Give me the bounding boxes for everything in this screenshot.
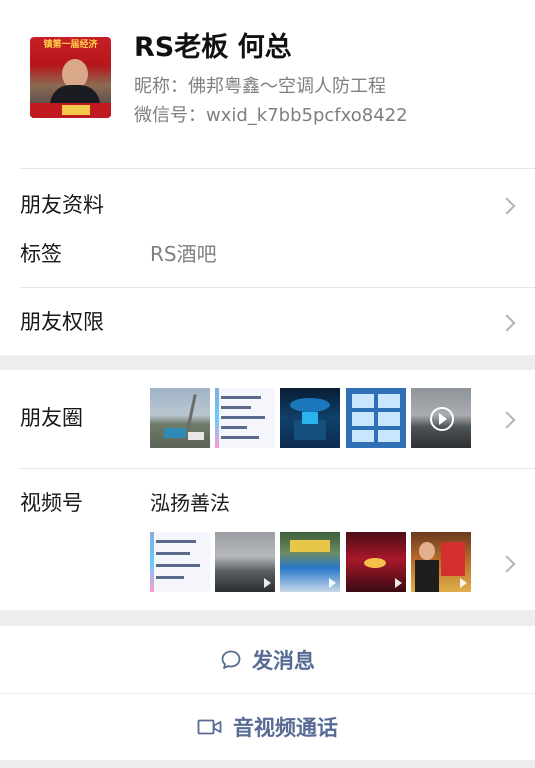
moments-label: 朋友圈 [20,406,83,430]
channels-video-thumbnail [215,532,275,592]
channels-event-thumbnail [280,532,340,592]
chevron-right-icon [498,197,516,215]
video-camera-icon [197,719,222,735]
moments-card: 朋友圈 视频号 泓扬善法 [0,370,535,610]
nickname: 昵称：佛邦粤鑫～空调人防工程 [134,76,386,97]
tags-label: 标签 [20,242,62,266]
tags-value: RS酒吧 [150,242,217,266]
play-icon [430,407,454,431]
avatar-banner-text: 镇第一届经济 [43,40,98,50]
friend-permissions-row[interactable]: 朋友权限 [0,288,535,355]
channels-document-thumbnail [150,532,210,592]
play-icon [264,578,271,588]
display-name: RS老板 何总 [134,32,292,63]
profile-card: 镇第一届经济 RS老板 何总 昵称：佛邦粤鑫～空调人防工程 微信号：wxid_k… [0,0,535,355]
friend-permissions-label: 朋友权限 [20,310,104,334]
friend-profile-row[interactable]: 朋友资料 标签 RS酒吧 [0,169,535,287]
avatar-nameplate [62,105,90,115]
chat-bubble-icon [221,650,241,669]
send-message-content: 发消息 [0,626,535,693]
play-icon [329,578,336,588]
send-message-label: 发消息 [252,648,315,673]
video-call-label: 音视频通话 [233,716,338,740]
moments-photo-thumbnail [150,388,210,448]
chevron-right-icon [498,555,516,573]
moments-document-thumbnail [215,388,275,448]
video-call-content: 音视频通话 [0,694,535,760]
moments-video-thumbnail [411,388,471,448]
chevron-right-icon [498,314,516,332]
friend-profile-label: 朋友资料 [20,193,104,217]
channels-name: 泓扬善法 [150,491,230,515]
send-message-button[interactable]: 发消息 [0,626,535,693]
channels-row[interactable]: 视频号 泓扬善法 [0,469,535,610]
moments-row[interactable]: 朋友圈 [0,370,535,468]
channels-club-thumbnail [346,532,406,592]
wechat-id: 微信号：wxid_k7bb5pcfxo8422 [134,105,408,126]
chevron-right-icon [498,411,516,429]
channels-person-thumbnail [411,532,471,592]
video-call-button[interactable]: 音视频通话 [0,694,535,760]
avatar[interactable]: 镇第一届经济 [30,37,111,118]
channels-label: 视频号 [20,491,83,515]
play-icon [395,578,402,588]
moments-grid-thumbnail [346,388,406,448]
moments-hall-thumbnail [280,388,340,448]
play-icon [460,578,467,588]
